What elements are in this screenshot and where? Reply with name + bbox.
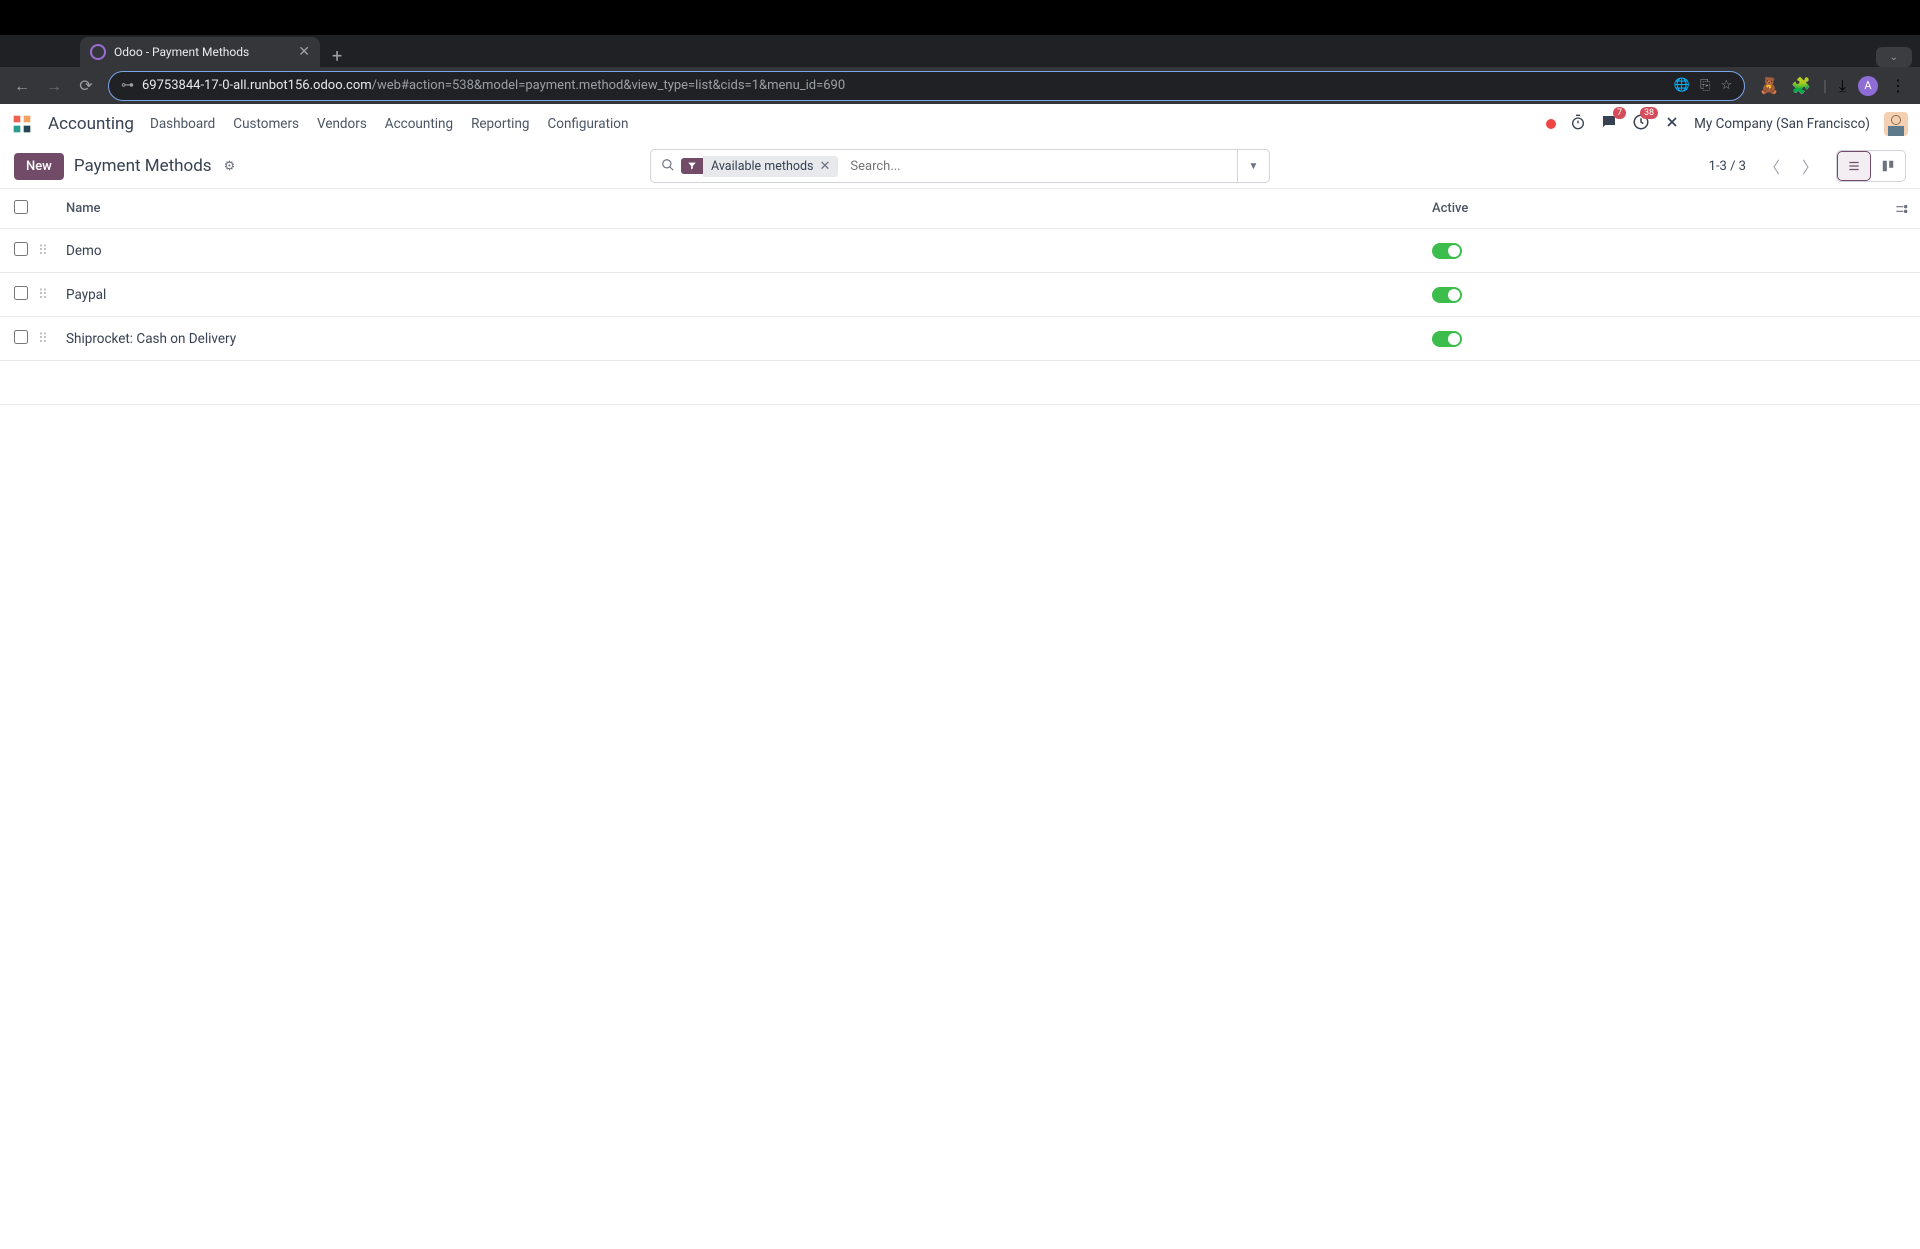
browser-toolbar: ← → ⟳ ⊶ 69753844-17-0-all.runbot156.odoo… xyxy=(0,67,1920,104)
optional-columns-icon[interactable] xyxy=(1882,202,1920,216)
company-selector[interactable]: My Company (San Francisco) xyxy=(1694,116,1870,132)
back-button[interactable]: ← xyxy=(8,72,36,100)
nav-accounting[interactable]: Accounting xyxy=(385,116,453,132)
nav-dashboard[interactable]: Dashboard xyxy=(150,116,215,132)
tab-title: Odoo - Payment Methods xyxy=(114,45,249,59)
gear-icon[interactable]: ⚙ xyxy=(224,159,236,174)
table-row[interactable]: ⠿ Paypal xyxy=(0,273,1920,317)
main-menu: Dashboard Customers Vendors Accounting R… xyxy=(150,116,628,132)
user-avatar[interactable] xyxy=(1884,112,1908,136)
table-row[interactable]: ⠿ Demo xyxy=(0,229,1920,273)
activities-icon[interactable]: 38 xyxy=(1632,113,1650,135)
app-name[interactable]: Accounting xyxy=(48,114,134,134)
recording-indicator-icon xyxy=(1546,119,1556,129)
new-tab-button[interactable]: + xyxy=(320,46,354,67)
pager-next-icon[interactable]: 〉 xyxy=(1798,152,1822,180)
forward-button: → xyxy=(40,72,68,100)
cell-name: Demo xyxy=(62,243,1432,259)
table-header: Name Active xyxy=(0,189,1920,229)
nav-configuration[interactable]: Configuration xyxy=(547,116,628,132)
browser-tab[interactable]: Odoo - Payment Methods ✕ xyxy=(80,37,320,67)
active-toggle[interactable] xyxy=(1432,243,1462,259)
browser-window-top xyxy=(0,0,1920,35)
messaging-icon[interactable]: 7 xyxy=(1600,113,1618,135)
site-info-icon[interactable]: ⊶ xyxy=(121,78,134,93)
pager-prev-icon[interactable]: 〈 xyxy=(1760,152,1784,180)
row-checkbox[interactable] xyxy=(0,286,38,304)
nav-customers[interactable]: Customers xyxy=(233,116,299,132)
profile-button[interactable]: A xyxy=(1858,76,1878,96)
close-tab-icon[interactable]: ✕ xyxy=(298,44,310,60)
column-active[interactable]: Active xyxy=(1432,201,1882,216)
tab-favicon-icon xyxy=(90,44,106,60)
messaging-badge: 7 xyxy=(1613,107,1626,119)
timer-icon[interactable] xyxy=(1570,114,1586,134)
pager-count[interactable]: 1-3 / 3 xyxy=(1709,159,1746,174)
filter-label: Available methods xyxy=(711,159,813,174)
install-app-icon[interactable]: ⎘ xyxy=(1700,78,1710,93)
drag-handle-icon[interactable]: ⠿ xyxy=(38,331,62,347)
browser-menu-icon[interactable]: ⋮ xyxy=(1890,76,1906,95)
row-checkbox[interactable] xyxy=(0,242,38,260)
reload-button[interactable]: ⟳ xyxy=(72,72,100,100)
downloads-icon[interactable]: ⤓ xyxy=(1839,76,1846,96)
tabs-dropdown-icon[interactable]: ⌄ xyxy=(1876,47,1912,67)
row-checkbox[interactable] xyxy=(0,330,38,348)
address-bar[interactable]: ⊶ 69753844-17-0-all.runbot156.odoo.com/w… xyxy=(108,71,1745,101)
extension-icon-1[interactable]: 🧸 xyxy=(1759,76,1779,95)
select-all-checkbox[interactable] xyxy=(0,200,38,218)
search-options-dropdown[interactable]: ▼ xyxy=(1237,150,1269,182)
page-title: Payment Methods xyxy=(74,156,212,176)
cell-name: Paypal xyxy=(62,287,1432,303)
drag-handle-icon[interactable]: ⠿ xyxy=(38,243,62,259)
nav-reporting[interactable]: Reporting xyxy=(471,116,529,132)
browser-tab-bar: Odoo - Payment Methods ✕ + ⌄ xyxy=(0,35,1920,67)
table-footer-spacer xyxy=(0,361,1920,405)
list-view: Name Active ⠿ Demo ⠿ Paypal ⠿ Shiprocket… xyxy=(0,188,1920,405)
active-toggle[interactable] xyxy=(1432,287,1462,303)
filter-chip: Available methods ✕ xyxy=(681,156,838,177)
url-path: /web#action=538&model=payment.method&vie… xyxy=(372,78,845,93)
control-panel: New Payment Methods ⚙ Available methods … xyxy=(0,144,1920,188)
search-panel: Available methods ✕ ▼ xyxy=(650,149,1270,183)
bookmark-icon[interactable]: ☆ xyxy=(1721,78,1733,93)
remove-filter-icon[interactable]: ✕ xyxy=(819,159,830,174)
list-view-button[interactable] xyxy=(1837,151,1871,181)
debug-icon[interactable] xyxy=(1664,114,1680,134)
drag-handle-icon[interactable]: ⠿ xyxy=(38,287,62,303)
column-name[interactable]: Name xyxy=(62,201,1432,216)
url-host: 69753844-17-0-all.runbot156.odoo.com xyxy=(142,78,372,93)
active-toggle[interactable] xyxy=(1432,331,1462,347)
table-row[interactable]: ⠿ Shiprocket: Cash on Delivery xyxy=(0,317,1920,361)
cell-name: Shiprocket: Cash on Delivery xyxy=(62,331,1432,347)
new-button[interactable]: New xyxy=(14,153,64,180)
odoo-navbar: Accounting Dashboard Customers Vendors A… xyxy=(0,104,1920,144)
view-switcher xyxy=(1836,150,1906,182)
odoo-logo-icon[interactable] xyxy=(12,114,32,134)
activities-badge: 38 xyxy=(1640,107,1658,119)
kanban-view-button[interactable] xyxy=(1871,151,1905,181)
filter-icon xyxy=(681,158,703,174)
search-icon xyxy=(661,157,675,176)
extensions-icon[interactable]: 🧩 xyxy=(1791,76,1811,95)
search-input[interactable] xyxy=(844,159,1237,174)
nav-vendors[interactable]: Vendors xyxy=(317,116,367,132)
translate-icon[interactable]: 🌐 xyxy=(1674,78,1690,93)
